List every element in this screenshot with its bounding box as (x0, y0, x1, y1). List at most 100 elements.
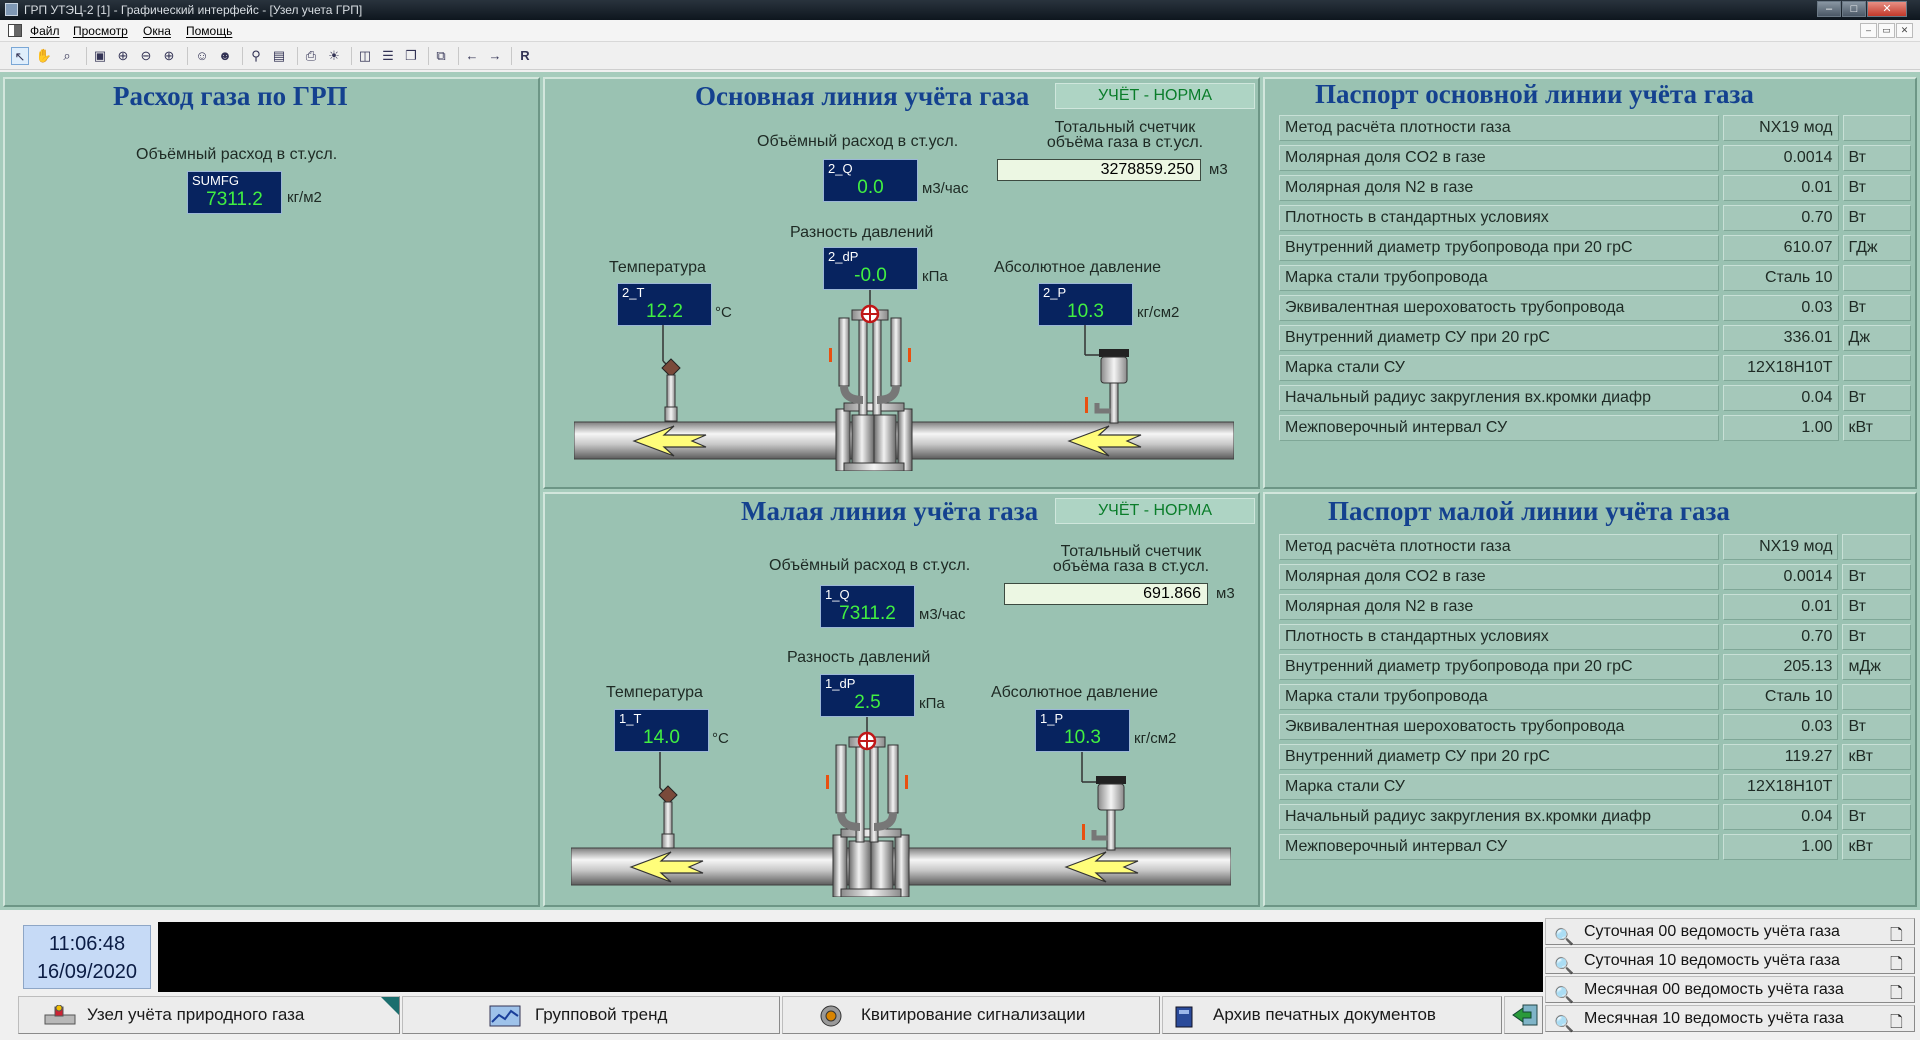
main-dp-tag[interactable]: 2_dP -0.0 (823, 247, 918, 290)
param-unit (1842, 774, 1911, 800)
small-line-title: Малая линия учёта газа (741, 496, 1039, 526)
param-value: 0.70 (1722, 205, 1839, 231)
menu-file[interactable]: Файл (30, 24, 60, 38)
param-name: Внутренний диаметр трубопровода при 20 г… (1279, 654, 1719, 680)
grp-panel: Расход газа по ГРП Объёмный расход в ст.… (3, 77, 540, 907)
zoom-fit-icon[interactable]: ⊕ (114, 47, 132, 65)
application-window: ГРП УТЭЦ-2 [1] - Графический интерфейс -… (0, 0, 1920, 1040)
main-flow-tag[interactable]: 2_Q 0.0 (823, 159, 918, 202)
small-dp-tag[interactable]: 1_dP 2.5 (820, 674, 915, 717)
scada-workspace: Расход газа по ГРП Объёмный расход в ст.… (0, 72, 1920, 910)
forward-arrow-icon[interactable]: → (486, 47, 504, 65)
main-counter-value: 3278859.250 (997, 159, 1201, 181)
small-temp-unit: °C (712, 730, 729, 747)
sumfg-tag[interactable]: SUMFG 7311.2 (187, 171, 282, 214)
small-pressure-transmitter (1074, 752, 1134, 852)
document-icon: 🗋 (1890, 956, 1903, 973)
passport-row: Метод расчёта плотности газа NX19 мод (1279, 534, 1911, 560)
param-unit: кВт (1842, 415, 1911, 441)
archive-folder-icon (1175, 1006, 1193, 1028)
document-icon: 🗋 (1890, 1014, 1903, 1031)
title-bar: ГРП УТЭЦ-2 [1] - Графический интерфейс -… (0, 0, 1920, 20)
close-button[interactable]: ✕ (1867, 1, 1907, 17)
small-flow-tag[interactable]: 1_Q 7311.2 (820, 585, 915, 628)
nav-ack-button[interactable]: Квитирование сигнализации (782, 996, 1160, 1034)
param-unit (1842, 534, 1911, 560)
passport-main-title: Паспорт основной линии учёта газа (1315, 79, 1754, 109)
menu-view[interactable]: Просмотр (73, 24, 128, 38)
zoom-100-icon[interactable]: ▣ (91, 47, 109, 65)
param-unit: Вт (1842, 145, 1911, 171)
user-icon[interactable]: ☺ (193, 47, 211, 65)
param-name: Молярная доля CO2 в газе (1279, 564, 1719, 590)
tile-vertical-icon[interactable]: ◫ (356, 47, 374, 65)
cascade-icon[interactable]: ❐ (402, 47, 420, 65)
small-dp-transmitter (822, 717, 912, 847)
table-icon[interactable]: ▤ (270, 47, 288, 65)
param-value: 119.27 (1722, 744, 1839, 770)
minimize-button[interactable]: – (1817, 1, 1841, 17)
find-icon[interactable]: ⚲ (247, 47, 265, 65)
alarm-bell-icon[interactable]: ☀ (325, 47, 343, 65)
param-value: 0.70 (1722, 624, 1839, 650)
param-value: 0.0014 (1722, 145, 1839, 171)
main-dp-unit: кПа (922, 268, 948, 285)
nav-trend-label: Групповой тренд (535, 1005, 668, 1024)
menu-help[interactable]: Помощь (186, 24, 232, 38)
main-press-tag[interactable]: 2_P 10.3 (1038, 283, 1133, 326)
report-daily-00-button[interactable]: 🔍 Суточная 00 ведомость учёта газа 🗋 (1545, 918, 1915, 946)
print-icon[interactable]: ⎙ (302, 47, 320, 65)
param-name: Марка стали СУ (1279, 355, 1719, 381)
param-name: Эквивалентная шероховатость трубопровода (1279, 295, 1719, 321)
r-button[interactable]: R (516, 47, 534, 65)
back-arrow-icon[interactable]: ← (463, 47, 481, 65)
tile-horizontal-icon[interactable]: ☰ (379, 47, 397, 65)
nav-archive-button[interactable]: Архив печатных документов (1162, 996, 1502, 1034)
param-unit: Вт (1842, 564, 1911, 590)
param-unit: Вт (1842, 295, 1911, 321)
param-name: Метод расчёта плотности газа (1279, 115, 1719, 141)
main-dp-transmitter (825, 290, 915, 420)
small-line-panel: Малая линия учёта газа УЧЁТ - НОРМА Объё… (543, 492, 1260, 907)
mdi-close-button[interactable]: ✕ (1896, 23, 1913, 38)
param-name: Плотность в стандартных условиях (1279, 205, 1719, 231)
passport-row: Плотность в стандартных условиях 0.70 Вт (1279, 205, 1911, 231)
pointer-tool-icon[interactable]: ↖ (11, 47, 29, 65)
param-unit: Вт (1842, 385, 1911, 411)
small-press-label: Абсолютное давление (991, 684, 1159, 701)
zoom-out-icon[interactable]: ⊖ (137, 47, 155, 65)
document-icon[interactable] (8, 24, 22, 37)
nav-ack-label: Квитирование сигнализации (861, 1005, 1086, 1024)
nav-trend-button[interactable]: Групповой тренд (402, 996, 780, 1034)
zoom-icon[interactable]: ⌕ (58, 47, 76, 65)
param-value: NX19 мод (1722, 534, 1839, 560)
maximize-button[interactable]: □ (1842, 1, 1866, 17)
exit-button[interactable] (1504, 996, 1543, 1034)
param-value: 0.01 (1722, 594, 1839, 620)
passport-main-panel: Паспорт основной линии учёта газа Метод … (1263, 77, 1917, 489)
menu-windows[interactable]: Окна (143, 24, 171, 38)
main-temp-tag[interactable]: 2_T 12.2 (617, 283, 712, 326)
param-unit: Вт (1842, 175, 1911, 201)
report-monthly-00-label: Месячная 00 ведомость учёта газа (1584, 981, 1844, 998)
small-press-tag[interactable]: 1_P 10.3 (1035, 709, 1130, 752)
window-list-icon[interactable]: ⧉ (432, 47, 450, 65)
zoom-in-icon[interactable]: ⊕ (160, 47, 178, 65)
param-unit: кВт (1842, 834, 1911, 860)
report-daily-10-label: Суточная 10 ведомость учёта газа (1584, 952, 1840, 969)
param-name: Внутренний диаметр СУ при 20 грС (1279, 744, 1719, 770)
main-line-status: УЧЁТ - НОРМА (1055, 83, 1255, 109)
mdi-restore-button[interactable]: ▭ (1878, 23, 1895, 38)
users-icon[interactable]: ☻ (216, 47, 234, 65)
pan-hand-icon[interactable]: ✋ (35, 47, 53, 65)
nav-node-button[interactable]: Узел учёта природного газа (18, 996, 400, 1034)
report-monthly-10-button[interactable]: 🔍 Месячная 10 ведомость учёта газа 🗋 (1545, 1005, 1915, 1033)
main-temperature-probe (649, 325, 689, 425)
param-value: Сталь 10 (1722, 684, 1839, 710)
report-monthly-00-button[interactable]: 🔍 Месячная 00 ведомость учёта газа 🗋 (1545, 976, 1915, 1004)
mdi-minimize-button[interactable]: – (1860, 23, 1877, 38)
param-name: Начальный радиус закругления вх.кромки д… (1279, 385, 1719, 411)
report-daily-10-button[interactable]: 🔍 Суточная 10 ведомость учёта газа 🗋 (1545, 947, 1915, 975)
param-value: 0.0014 (1722, 564, 1839, 590)
small-temp-tag[interactable]: 1_T 14.0 (614, 709, 709, 752)
